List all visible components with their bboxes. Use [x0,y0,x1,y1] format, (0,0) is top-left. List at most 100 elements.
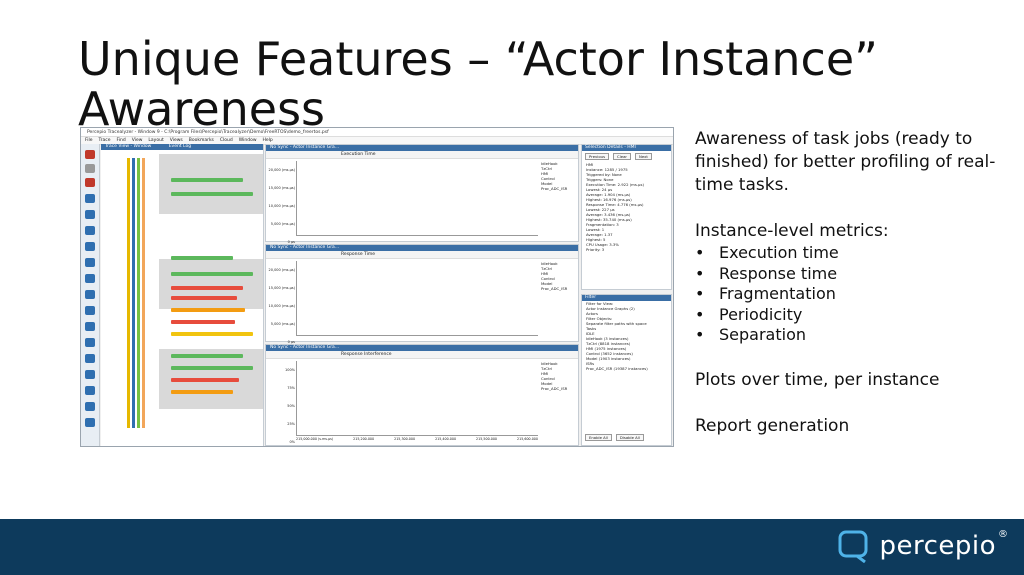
x-tick: 215,300.000 [394,437,416,441]
view-icon[interactable] [85,370,95,379]
view-icon[interactable] [85,242,95,251]
slide-title: Unique Features – “Actor Instance” Aware… [78,32,878,136]
actor-instance-plots: No Sync - Actor Instance Gra... Executio… [265,144,579,446]
view-icon[interactable] [85,210,95,219]
y-tick: 15,000 (ms.µs) [268,186,296,190]
legend-item[interactable]: Proc_ADC_ISR [541,386,575,391]
menu-item[interactable]: Trace [99,138,111,143]
menu-item[interactable]: Window [239,138,257,143]
plot-area[interactable] [296,361,538,436]
x-tick: 215,600.000 [517,437,538,441]
trace-band [159,259,263,309]
event-log-title: Event Log [168,144,192,149]
record-icon[interactable] [85,150,95,159]
event-label[interactable] [171,272,253,276]
slide-bullets: Awareness of task jobs (ready to finishe… [695,128,1015,438]
response-interference-plot: No Sync - Actor Instance Gra... Response… [265,344,579,446]
plot-area[interactable] [296,161,538,236]
plot-legend: IdleHook TzCtrl HMI Control Model Proc_A… [541,361,575,391]
event-label[interactable] [171,286,243,290]
plot-toolbar: Response Time [266,251,578,259]
menu-item[interactable]: Bookmarks [189,138,214,143]
view-icon[interactable] [85,258,95,267]
x-tick: 215,000.000 (s.ms.µs) [296,437,334,441]
record-alt-icon[interactable] [85,178,95,187]
menu-item[interactable]: Views [170,138,183,143]
event-label[interactable] [171,320,235,324]
event-label[interactable] [171,366,253,370]
menu-item[interactable]: Help [263,138,273,143]
plot-toolbar: Execution Time [266,151,578,159]
y-tick: 25% [287,422,295,426]
report-note: Report generation [695,415,850,436]
clear-button[interactable]: Clear [613,153,631,160]
y-tick: 20,000 (ms.µs) [268,268,296,272]
view-icon[interactable] [85,354,95,363]
plot-metric-select[interactable]: Response Time [341,252,375,257]
event-label[interactable] [171,378,239,382]
view-icon[interactable] [85,306,95,315]
percepio-logo-icon [838,530,868,563]
trace-view-header: Trace View - Window Event Log [101,144,263,150]
menu-item[interactable]: Layout [148,138,163,143]
trace-view-title: Trace View - Window [105,144,152,149]
percepio-logo-text: percepio [879,531,996,561]
disable-all-button[interactable]: Disable All [615,434,644,441]
event-label[interactable] [171,332,253,336]
x-tick: 215,500.000 [476,437,498,441]
event-label[interactable] [171,296,237,300]
metric-item: Execution time [695,243,1015,264]
task-lane [127,158,130,428]
view-icon[interactable] [85,322,95,331]
plot-area[interactable] [296,261,538,336]
y-axis-ticks: 20,000 (ms.µs) 15,000 (ms.µs) 10,000 (ms… [268,161,296,251]
detail-line: Priority: 3 [586,247,605,252]
y-tick: 0% [289,440,295,444]
selection-nav: Previous Clear Next [582,151,671,162]
menu-item[interactable]: View [132,138,143,143]
filter-tree-item[interactable]: Proc_ADC_ISR (19387 instances) [582,366,671,371]
view-icon[interactable] [85,274,95,283]
app-window-title: Percepio Tracealyzer - Window 9 - C:\Pro… [87,129,329,135]
y-tick: 10,000 (ms.µs) [268,204,296,208]
event-label[interactable] [171,308,245,312]
next-button[interactable]: Next [634,153,652,160]
event-label[interactable] [171,390,233,394]
response-time-plot: No Sync - Actor Instance Gra... Response… [265,244,579,344]
menu-item[interactable]: Find [116,138,125,143]
view-icon[interactable] [85,338,95,347]
view-icon[interactable] [85,418,95,427]
previous-button[interactable]: Previous [585,153,610,160]
trace-band [159,154,263,214]
stop-icon[interactable] [85,164,95,173]
y-axis-ticks: 100% 75% 50% 25% 0% [268,361,295,446]
menu-item[interactable]: Cloud [220,138,233,143]
execution-time-plot: No Sync - Actor Instance Gra... Executio… [265,144,579,244]
y-tick: 15,000 (ms.µs) [268,286,296,290]
legend-item[interactable]: Proc_ADC_ISR [541,186,575,191]
event-label[interactable] [171,354,243,358]
trace-view-panel: Trace View - Window Event Log [101,144,264,446]
y-tick: 5,000 (ms.µs) [270,322,295,326]
plots-note: Plots over time, per instance [695,369,940,390]
app-title-bar: Percepio Tracealyzer - Window 9 - C:\Pro… [81,128,673,137]
event-label[interactable] [171,178,243,182]
trace-view-icon[interactable] [85,194,95,203]
app-toolbar [81,144,100,446]
view-icon[interactable] [85,226,95,235]
menu-item[interactable]: File [85,138,93,143]
plot-metric-select[interactable]: Execution Time [341,152,376,157]
legend-item[interactable]: Proc_ADC_ISR [541,286,575,291]
intro-text: Awareness of task jobs (ready to finishe… [695,129,996,195]
view-icon[interactable] [85,290,95,299]
plot-metric-select[interactable]: Response Interference [341,352,392,357]
enable-all-button[interactable]: Enable All [585,434,612,441]
right-panels: Selection Details - HMI Previous Clear N… [581,144,673,446]
event-label[interactable] [171,192,253,196]
y-tick: 10,000 (ms.µs) [268,304,296,308]
event-label[interactable] [171,256,233,260]
view-icon[interactable] [85,386,95,395]
view-icon[interactable] [85,402,95,411]
plot-toolbar: Response Interference [266,351,578,359]
metric-item: Fragmentation [695,284,1015,305]
